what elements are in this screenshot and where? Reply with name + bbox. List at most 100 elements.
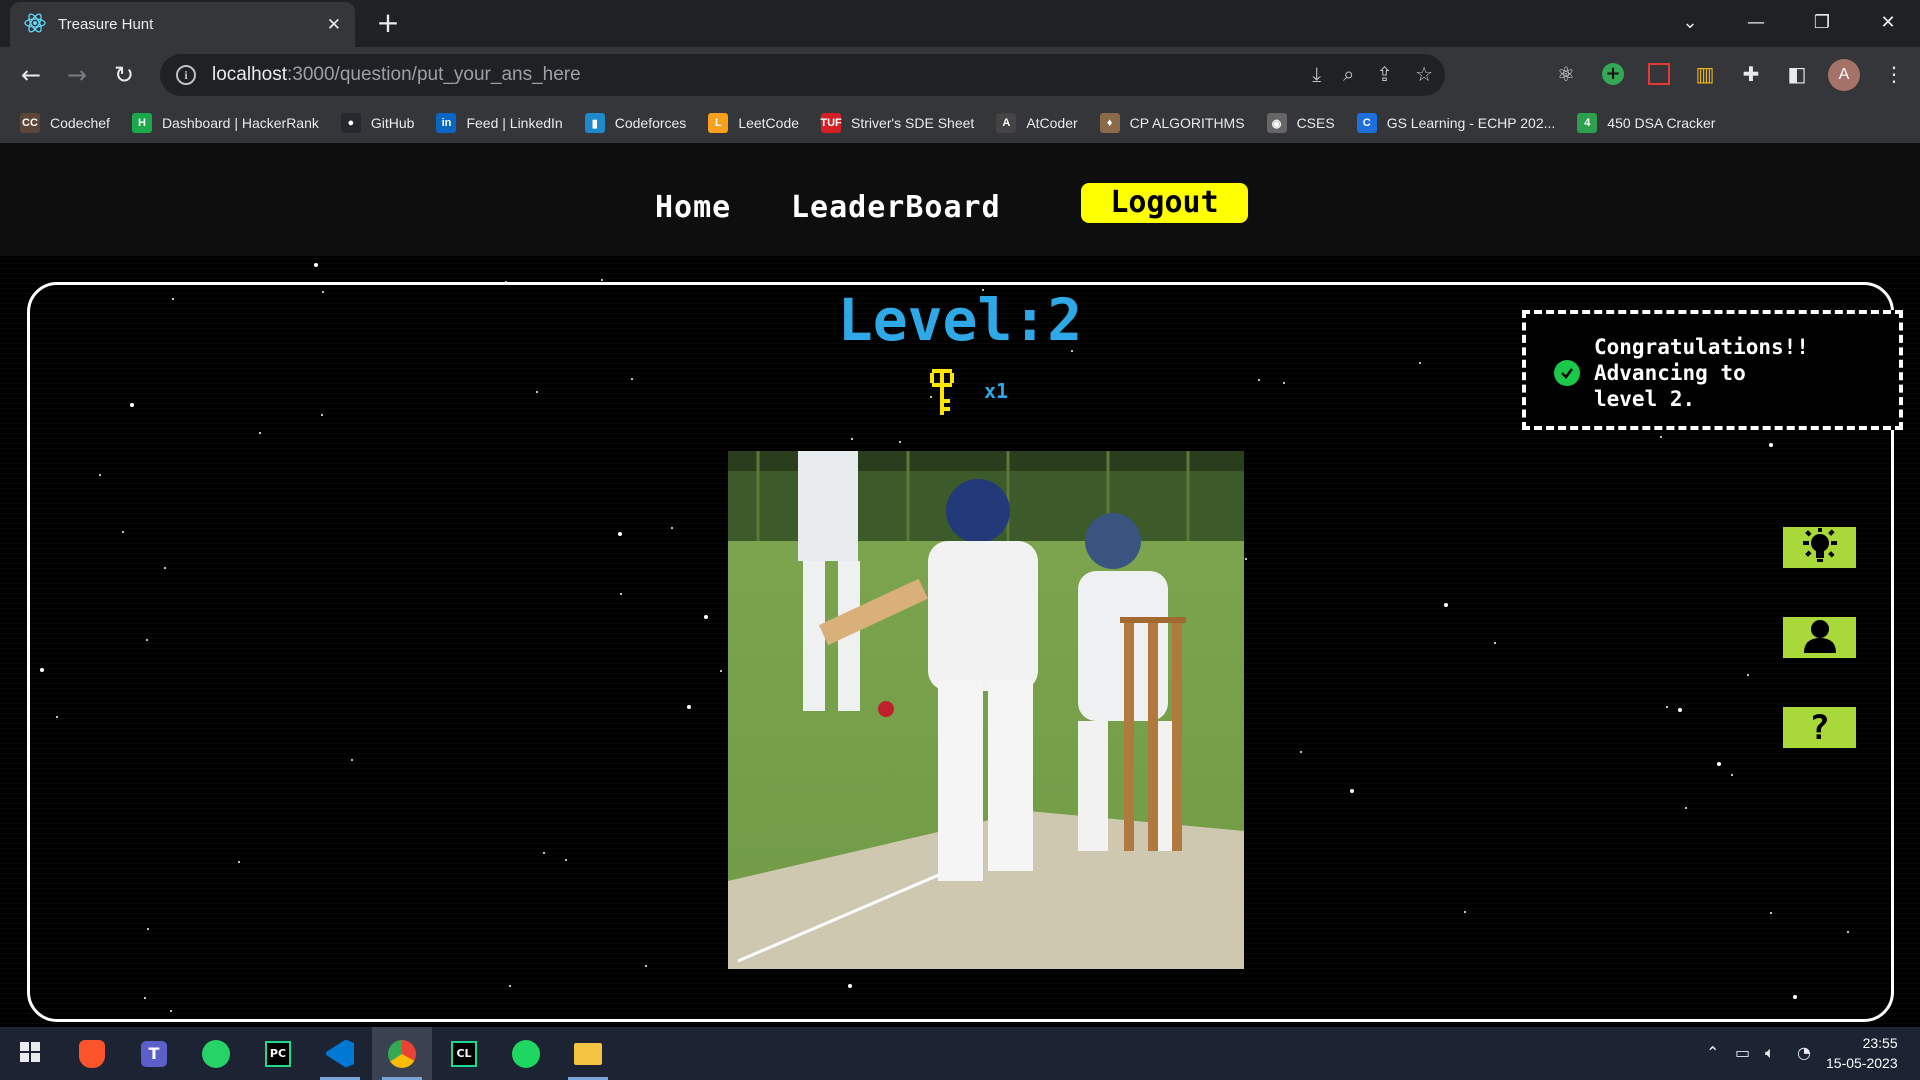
start-menu-button[interactable] — [0, 1027, 60, 1080]
side-panel-icon[interactable]: ◧ — [1783, 60, 1811, 88]
reload-icon[interactable]: ↻ — [108, 59, 140, 91]
browser-toolbar: ← → ↻ i localhost:3000/question/put_your… — [0, 47, 1920, 103]
gs-learning-icon: C — [1356, 113, 1377, 133]
share-icon[interactable]: ⇪ — [1376, 62, 1393, 86]
star — [314, 263, 318, 267]
menu-kebab-icon[interactable]: ⋮ — [1880, 60, 1908, 88]
url-path: :3000/question/put_your_ans_here — [287, 64, 581, 85]
check-circle-icon — [1554, 360, 1580, 386]
clion-icon: CL — [451, 1040, 477, 1067]
hint-button[interactable] — [1783, 527, 1856, 568]
bookmark-label: CP ALGORITHMS — [1129, 115, 1245, 131]
linkedin-icon: in — [436, 113, 457, 133]
bookmark-label: AtCoder — [1026, 115, 1078, 131]
extensions-puzzle-icon[interactable]: ✚ — [1737, 60, 1765, 88]
user-icon — [1800, 619, 1840, 657]
key-icon — [928, 369, 956, 417]
key-count: x1 — [984, 379, 1009, 403]
bookmark-item[interactable]: TUF Striver's SDE Sheet — [820, 113, 975, 133]
bookmark-item[interactable]: in Feed | LinkedIn — [436, 113, 563, 133]
logout-button[interactable]: Logout — [1081, 183, 1248, 223]
show-hidden-icons-chevron-icon[interactable]: ⌃ — [1706, 1043, 1719, 1062]
browser-tabstrip: Treasure Hunt ✕ + ⌄ — ❐ ✕ — [0, 0, 1920, 47]
install-app-icon[interactable]: ⤓ — [1312, 62, 1321, 86]
pycharm-icon: PC — [265, 1040, 291, 1067]
bookmark-label: Striver's SDE Sheet — [851, 115, 975, 131]
react-devtools-extension-icon[interactable]: ⚛ — [1552, 60, 1580, 88]
taskbar-clock[interactable]: 23:55 15-05-2023 — [1826, 1033, 1898, 1073]
bookmark-item[interactable]: ● GitHub — [340, 113, 414, 133]
bookmark-label: 450 DSA Cracker — [1607, 115, 1716, 131]
profile-avatar[interactable]: A — [1828, 59, 1860, 91]
volume-icon[interactable]: 🔈︎ — [1765, 1043, 1775, 1063]
bookmark-item[interactable]: ♦ CP ALGORITHMS — [1099, 113, 1245, 133]
bookmark-star-icon[interactable]: ☆ — [1415, 62, 1433, 86]
clock-date: 15-05-2023 — [1826, 1055, 1898, 1071]
help-question-icon: ? — [1809, 707, 1830, 748]
toast-message: Congratulations!! Advancing to level 2. — [1594, 335, 1809, 411]
teams-taskbar-button[interactable]: T — [124, 1027, 184, 1080]
bookmark-label: LeetCode — [738, 115, 800, 131]
close-window-icon[interactable]: ✕ — [1858, 0, 1918, 45]
whatsapp-taskbar-button[interactable] — [186, 1027, 246, 1080]
chrome-icon — [388, 1039, 416, 1068]
github-icon: ● — [340, 113, 361, 133]
nav-home-link[interactable]: Home — [655, 190, 731, 225]
battery-icon[interactable]: ▭ — [1735, 1043, 1750, 1062]
url-text: localhost:3000/question/put_your_ans_her… — [212, 64, 581, 86]
bookmarks-bar: CC Codechef H Dashboard | HackerRank ● GitHub… — [0, 103, 1920, 143]
tab-close-icon[interactable]: ✕ — [327, 15, 341, 35]
codeforces-icon: ▮ — [584, 113, 605, 133]
bookmark-item[interactable]: C GS Learning - ECHP 202... — [1356, 113, 1556, 133]
bookmark-label: Feed | LinkedIn — [466, 115, 563, 131]
file-explorer-taskbar-button[interactable] — [558, 1027, 618, 1080]
windows-logo-icon — [20, 1041, 40, 1066]
restore-icon[interactable]: ❐ — [1792, 0, 1852, 45]
address-bar[interactable]: i localhost:3000/question/put_your_ans_h… — [160, 54, 1445, 96]
bookmark-item[interactable]: A AtCoder — [996, 113, 1078, 133]
clion-taskbar-button[interactable]: CL — [434, 1027, 494, 1080]
leetcode-icon: L — [708, 113, 729, 133]
zoom-icon[interactable]: ⌕ — [1343, 62, 1354, 86]
hackerrank-icon: H — [131, 113, 152, 133]
bookmark-item[interactable]: L LeetCode — [708, 113, 799, 133]
bookmark-item[interactable]: H Dashboard | HackerRank — [131, 113, 319, 133]
tab-title: Treasure Hunt — [58, 16, 154, 33]
clock-time: 23:55 — [1862, 1035, 1898, 1051]
success-toast: Congratulations!! Advancing to level 2. — [1522, 310, 1903, 430]
back-icon[interactable]: ← — [15, 59, 47, 91]
browser-tab[interactable]: Treasure Hunt ✕ — [10, 2, 355, 47]
bookmark-item[interactable]: CC Codechef — [20, 113, 110, 133]
url-host: localhost — [212, 64, 287, 85]
red-extension-icon[interactable] — [1645, 60, 1673, 88]
bookmark-label: GS Learning - ECHP 202... — [1386, 115, 1556, 131]
spotify-icon — [512, 1039, 540, 1068]
nav-leaderboard-link[interactable]: LeaderBoard — [791, 190, 1001, 225]
dsa-cracker-icon: 4 — [1577, 113, 1598, 133]
pycharm-taskbar-button[interactable]: PC — [248, 1027, 308, 1080]
chrome-taskbar-button[interactable] — [372, 1027, 432, 1080]
spotify-taskbar-button[interactable] — [496, 1027, 556, 1080]
minimize-icon[interactable]: — — [1726, 0, 1786, 45]
site-navbar: Home LeaderBoard Logout — [0, 143, 1920, 256]
bar-chart-extension-icon[interactable]: ▥ — [1691, 60, 1719, 88]
bookmark-item[interactable]: ◉ CSES — [1266, 113, 1335, 133]
wifi-icon[interactable]: ◔ — [1797, 1043, 1811, 1062]
bookmark-item[interactable]: ▮ Codeforces — [584, 113, 687, 133]
bookmark-item[interactable]: 4 450 DSA Cracker — [1577, 113, 1715, 133]
codechef-icon: CC — [20, 113, 40, 133]
profile-button[interactable] — [1783, 617, 1856, 658]
help-button[interactable]: ? — [1783, 707, 1856, 748]
forward-icon[interactable]: → — [61, 59, 93, 91]
react-favicon-icon — [24, 12, 46, 38]
site-info-icon[interactable]: i — [176, 65, 196, 85]
teams-icon: T — [141, 1040, 167, 1067]
green-plus-extension-icon[interactable]: + — [1599, 60, 1627, 88]
whatsapp-icon — [202, 1039, 230, 1068]
vscode-taskbar-button[interactable] — [310, 1027, 370, 1080]
tab-search-chevron-icon[interactable]: ⌄ — [1660, 0, 1720, 45]
new-tab-button[interactable]: + — [373, 8, 403, 38]
brave-taskbar-button[interactable] — [62, 1027, 122, 1080]
question-image — [728, 451, 1244, 969]
bookmark-label: Codeforces — [614, 115, 687, 131]
